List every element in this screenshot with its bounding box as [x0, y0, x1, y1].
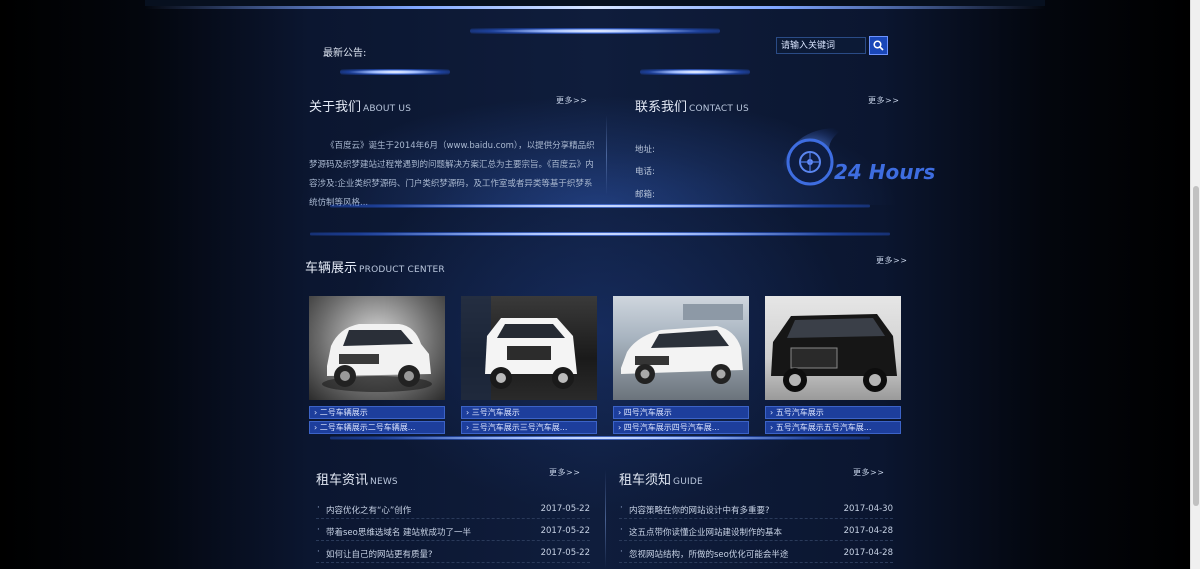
- news-item-title[interactable]: 如何让自己的网站更有质量?: [317, 547, 432, 560]
- search-icon: [873, 40, 884, 51]
- news-item-date: 2017-05-22: [540, 548, 590, 558]
- news-item-title[interactable]: 带着seo思维选域名 建站就成功了一半: [317, 525, 471, 538]
- search-input[interactable]: [776, 37, 866, 54]
- news-item-date: 2017-05-22: [540, 526, 590, 536]
- product-name-2[interactable]: › 三号汽车展示: [461, 406, 597, 419]
- product-card-3[interactable]: › 四号汽车展示 › 四号汽车展示四号汽车展...: [613, 296, 749, 434]
- 24-hours-logo: 24 Hours: [770, 120, 935, 200]
- news-item[interactable]: 带着seo思维选域名 建站就成功了一半 2017-05-22: [316, 519, 590, 541]
- product-desc-1[interactable]: › 二号车辆展示二号车辆展...: [309, 421, 445, 434]
- contact-address: 地址:: [635, 145, 655, 155]
- guide-title: 租车须知 GUIDE: [619, 473, 703, 488]
- guide-item[interactable]: 这五点带你读懂企业网站建设制作的基本 2017-04-28: [619, 519, 893, 541]
- product-desc-2[interactable]: › 三号汽车展示三号汽车展...: [461, 421, 597, 434]
- about-contact-divider: [606, 115, 607, 195]
- about-more-link[interactable]: 更多>>: [556, 95, 587, 106]
- product-image-2[interactable]: [461, 296, 597, 400]
- news-item[interactable]: 如何让自己的网站更有质量? 2017-05-22: [316, 541, 590, 563]
- notice-bottom-glow-left: [340, 69, 450, 75]
- contact-title: 联系我们 CONTACT US: [635, 100, 749, 115]
- news-item-title[interactable]: 内容优化之有“心”创作: [317, 503, 411, 516]
- page-scrollbar[interactable]: [1190, 0, 1200, 569]
- product-image-4[interactable]: [765, 296, 901, 400]
- guide-more-link[interactable]: 更多>>: [853, 467, 884, 478]
- 24-hours-logo-text: 24 Hours: [834, 160, 936, 184]
- page-background: [0, 0, 1190, 569]
- contact-more-link[interactable]: 更多>>: [868, 95, 899, 106]
- about-text: 《百度云》诞生于2014年6月（www.baidu.com），以提供分享精品织梦…: [309, 141, 595, 208]
- product-image-3[interactable]: [613, 296, 749, 400]
- news-guide-divider: [605, 470, 606, 569]
- notice-label: 最新公告:: [323, 48, 367, 59]
- products-more-link[interactable]: 更多>>: [876, 255, 907, 266]
- guide-item-title[interactable]: 忽视网站结构，所做的seo优化可能会半途: [620, 547, 788, 560]
- car-wagon-white-icon: [621, 304, 743, 384]
- product-image-1[interactable]: [309, 296, 445, 400]
- product-name-3[interactable]: › 四号汽车展示: [613, 406, 749, 419]
- product-card-2[interactable]: › 三号汽车展示 › 三号汽车展示三号汽车展...: [461, 296, 597, 434]
- product-desc-4[interactable]: › 五号汽车展示五号汽车展...: [765, 421, 901, 434]
- products-title: 车辆展示 PRODUCT CENTER: [305, 261, 445, 276]
- scrollbar-thumb[interactable]: [1193, 186, 1199, 506]
- contact-phone: 电话:: [635, 167, 655, 177]
- guide-item[interactable]: 内容策略在你的网站设计中有多重要? 2017-04-30: [619, 497, 893, 519]
- product-card-1[interactable]: › 二号车辆展示 › 二号车辆展示二号车辆展...: [309, 296, 445, 434]
- product-card-4[interactable]: › 五号汽车展示 › 五号汽车展示五号汽车展...: [765, 296, 901, 434]
- guide-item-date: 2017-04-30: [843, 504, 893, 514]
- about-bottom-glow: [330, 204, 870, 208]
- products-top-glow: [310, 232, 890, 236]
- car-suv-white-icon: [322, 324, 432, 392]
- guide-item[interactable]: 忽视网站结构，所做的seo优化可能会半途 2017-04-28: [619, 541, 893, 563]
- news-title: 租车资讯 NEWS: [316, 473, 398, 488]
- about-title: 关于我们 ABOUT US: [309, 100, 412, 115]
- notice-bottom-glow-right: [640, 69, 750, 75]
- guide-item-title[interactable]: 内容策略在你的网站设计中有多重要?: [620, 503, 769, 516]
- notice-bar: 最新公告:: [296, 30, 896, 70]
- guide-item-date: 2017-04-28: [843, 548, 893, 558]
- product-name-4[interactable]: › 五号汽车展示: [765, 406, 901, 419]
- products-bottom-glow: [330, 436, 870, 440]
- product-desc-3[interactable]: › 四号汽车展示四号汽车展...: [613, 421, 749, 434]
- contact-email: 邮箱:: [635, 190, 655, 200]
- top-glow-line: [145, 6, 1045, 9]
- news-item[interactable]: 内容优化之有“心”创作 2017-05-22: [316, 497, 590, 519]
- guide-item-date: 2017-04-28: [843, 526, 893, 536]
- product-name-1[interactable]: › 二号车辆展示: [309, 406, 445, 419]
- news-more-link[interactable]: 更多>>: [549, 467, 580, 478]
- car-gclass-white-icon: [461, 296, 577, 400]
- news-item-date: 2017-05-22: [540, 504, 590, 514]
- search-button[interactable]: [869, 36, 888, 55]
- guide-item-title[interactable]: 这五点带你读懂企业网站建设制作的基本: [620, 525, 782, 538]
- car-suv-black-icon: [771, 314, 897, 392]
